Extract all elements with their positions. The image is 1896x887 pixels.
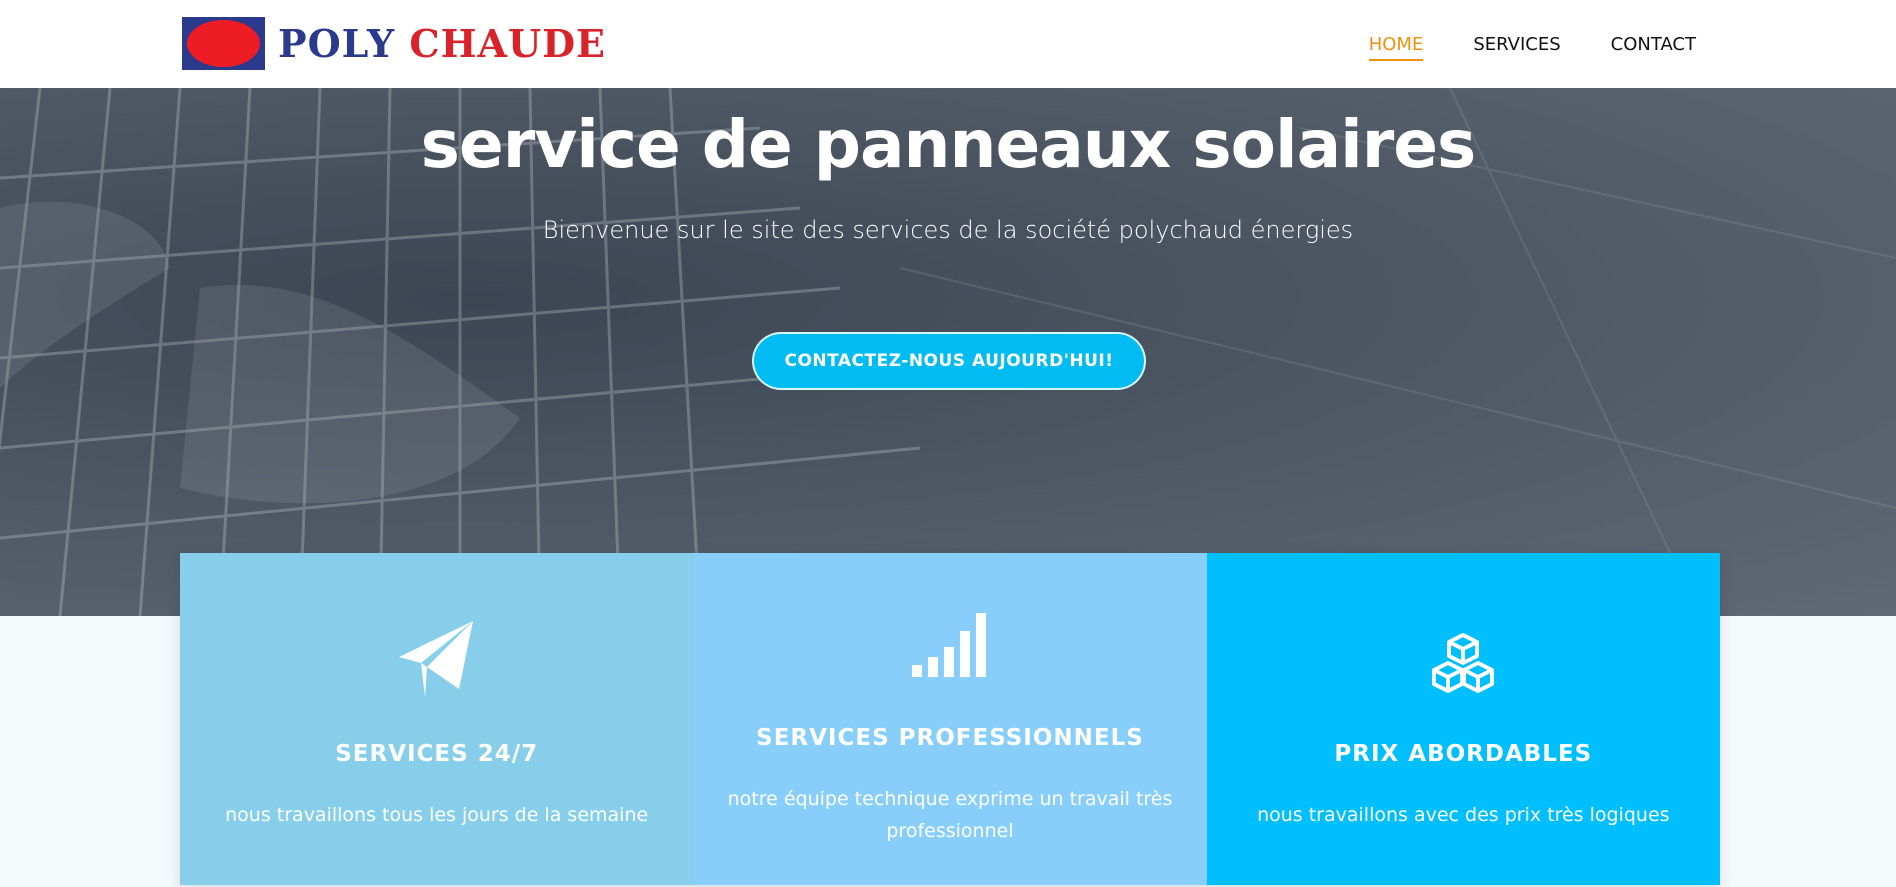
hero-title: service de panneaux solaires [420, 106, 1477, 183]
cubes-icon [1207, 633, 1720, 693]
main-nav: HOME SERVICES CONTACT [1319, 0, 1696, 88]
feature-text: nous travaillons tous les jours de la se… [225, 804, 649, 826]
hero-subtitle: Bienvenue sur le site des services de la… [542, 216, 1354, 244]
feature-title: SERVICES PROFESSIONNELS [756, 725, 1144, 751]
site-header: POLY CHAUDE HOME SERVICES CONTACT [0, 0, 1896, 88]
features-section: SERVICES 24/7 nous travaillons tous les … [180, 553, 1720, 885]
signal-bars-icon [693, 609, 1206, 679]
feature-card-pricing: PRIX ABORDABLES nous travaillons avec de… [1206, 553, 1720, 885]
logo-text-poly: POLY [278, 21, 396, 66]
paper-plane-icon [180, 619, 693, 699]
logo-text: POLY CHAUDE [278, 21, 606, 66]
nav-services[interactable]: SERVICES [1473, 28, 1560, 61]
feature-card-24-7: SERVICES 24/7 nous travaillons tous les … [180, 553, 694, 885]
feature-title: SERVICES 24/7 [335, 741, 539, 767]
site-logo[interactable]: POLY CHAUDE [182, 17, 606, 70]
feature-text: nous travaillons avec des prix très logi… [1257, 804, 1670, 826]
nav-home[interactable]: HOME [1368, 28, 1423, 61]
feature-title: PRIX ABORDABLES [1334, 741, 1593, 767]
nav-contact[interactable]: CONTACT [1611, 28, 1696, 61]
feature-card-professional: SERVICES PROFESSIONNELS notre équipe tec… [693, 553, 1207, 885]
logo-text-chaude: CHAUDE [409, 21, 607, 66]
logo-emblem [182, 17, 265, 70]
feature-text: notre équipe technique exprime un travai… [727, 788, 1173, 842]
hero-section: service de panneaux solaires Bienvenue s… [0, 88, 1896, 616]
contact-cta-button[interactable]: CONTACTEZ-NOUS AUJOURD'HUI! [752, 332, 1146, 390]
